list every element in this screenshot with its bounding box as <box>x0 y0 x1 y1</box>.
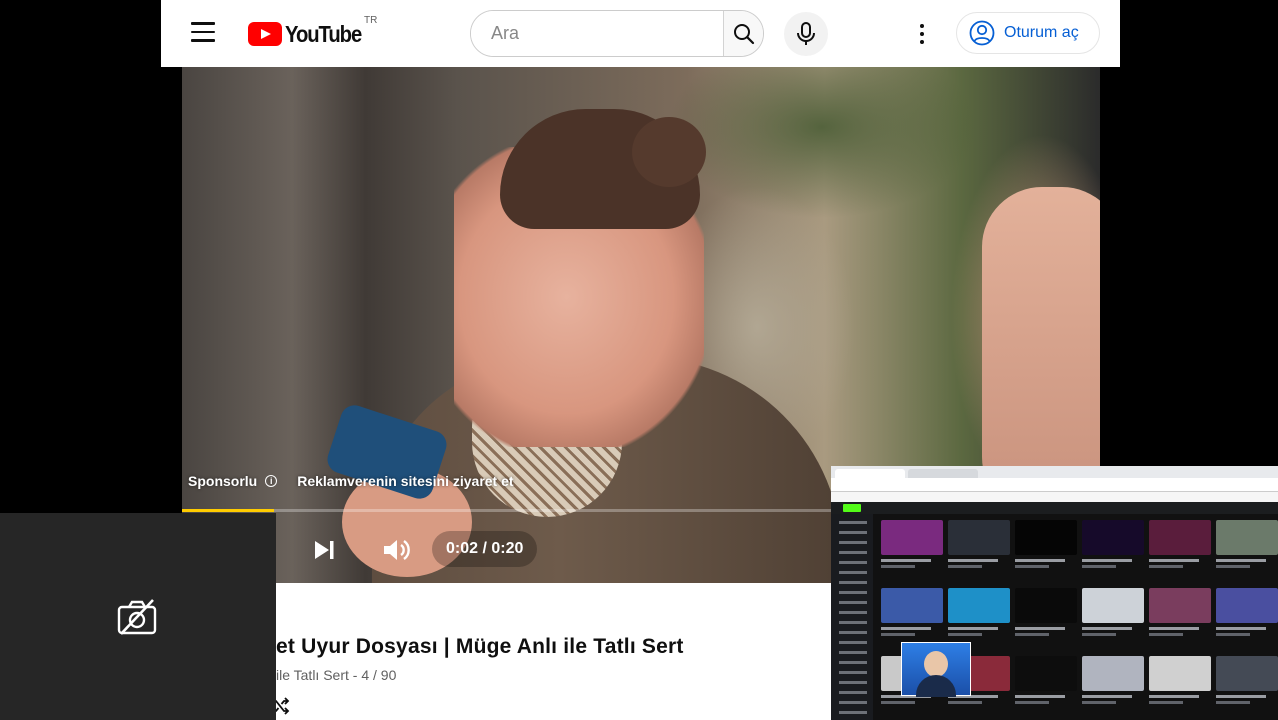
search-box <box>470 10 764 57</box>
share-stream-thumbnail <box>1015 588 1077 623</box>
screen-share-preview <box>831 466 1278 720</box>
share-stream-tile <box>1216 588 1278 648</box>
progress-bar-fill <box>182 509 274 512</box>
volume-icon[interactable] <box>382 539 412 561</box>
share-stream-thumbnail <box>1216 588 1278 623</box>
search-button[interactable] <box>723 11 763 56</box>
share-bookmarks-bar <box>831 492 1278 502</box>
share-stream-thumbnail <box>1015 656 1077 691</box>
video-title: et Uyur Dosyası | Müge Anlı ile Tatlı Se… <box>276 635 684 658</box>
share-stream-thumbnail <box>881 520 943 555</box>
share-stream-tile <box>1216 520 1278 580</box>
logo-text: YouTube <box>285 20 362 47</box>
screen: YouTube TR Oturum aç Sponsorlu i <box>0 0 1278 720</box>
share-stream-tile <box>948 588 1010 648</box>
youtube-play-icon <box>248 22 282 46</box>
voice-search-button[interactable] <box>784 12 828 56</box>
camera-off-panel <box>0 513 276 720</box>
share-stream-thumbnail <box>948 520 1010 555</box>
ad-sponsored-label[interactable]: Sponsorlu <box>188 473 257 489</box>
video-details: et Uyur Dosyası | Müge Anlı ile Tatlı Se… <box>272 583 832 720</box>
region-code: TR <box>364 15 378 26</box>
search-input[interactable] <box>471 11 723 56</box>
share-stream-thumbnail <box>1149 588 1211 623</box>
share-webcam-inset <box>901 642 971 697</box>
share-stream-thumbnail <box>1216 656 1278 691</box>
share-browser-tabs <box>831 466 1278 478</box>
share-stream-tile <box>1015 588 1077 648</box>
sign-in-button[interactable]: Oturum aç <box>956 12 1100 54</box>
hamburger-menu-icon[interactable] <box>191 22 215 44</box>
share-stream-thumbnail <box>1082 588 1144 623</box>
share-stream-thumbnail <box>1216 520 1278 555</box>
youtube-logo[interactable]: YouTube <box>248 20 372 48</box>
share-stream-tile <box>1082 588 1144 648</box>
share-site-body <box>831 514 1278 720</box>
share-stream-tile <box>1149 520 1211 580</box>
share-stream-tile <box>881 520 943 580</box>
microphone-icon <box>797 22 815 45</box>
share-stream-tile <box>1015 656 1077 716</box>
share-stream-tile <box>1216 656 1278 716</box>
share-address-bar <box>831 478 1278 492</box>
share-stream-thumbnail <box>1149 520 1211 555</box>
account-icon <box>969 20 995 46</box>
settings-more-icon[interactable] <box>913 22 931 46</box>
share-stream-thumbnail <box>1082 520 1144 555</box>
share-sidebar <box>831 514 873 720</box>
share-site-header <box>831 502 1278 514</box>
share-stream-thumbnail <box>1149 656 1211 691</box>
video-frame-hair-bun <box>632 117 706 187</box>
visit-advertiser-link[interactable]: Reklamverenin sitesini ziyaret et <box>297 473 513 489</box>
share-site-logo <box>843 504 861 512</box>
share-stream-thumbnail <box>1082 656 1144 691</box>
search-icon <box>733 23 754 44</box>
share-stream-tile <box>1082 520 1144 580</box>
youtube-header: YouTube TR Oturum aç <box>161 0 1120 67</box>
playlist-info[interactable]: ile Tatlı Sert - 4 / 90 <box>276 667 396 683</box>
share-stream-tile <box>1015 520 1077 580</box>
share-stream-tile <box>881 588 943 648</box>
share-stream-tile <box>1149 588 1211 648</box>
info-icon[interactable]: i <box>265 475 278 487</box>
share-stream-thumbnail <box>948 588 1010 623</box>
share-stream-tile <box>1149 656 1211 716</box>
time-display: 0:02 / 0:20 <box>432 531 538 567</box>
ad-info-bar: Sponsorlu i Reklamverenin sitesini ziyar… <box>188 473 514 489</box>
share-stream-tile <box>1082 656 1144 716</box>
camera-off-icon <box>117 599 157 635</box>
sign-in-label: Oturum aç <box>1004 24 1079 41</box>
share-stream-thumbnail <box>1015 520 1077 555</box>
share-stream-tile <box>948 520 1010 580</box>
next-video-icon[interactable] <box>312 539 336 561</box>
share-stream-thumbnail <box>881 588 943 623</box>
